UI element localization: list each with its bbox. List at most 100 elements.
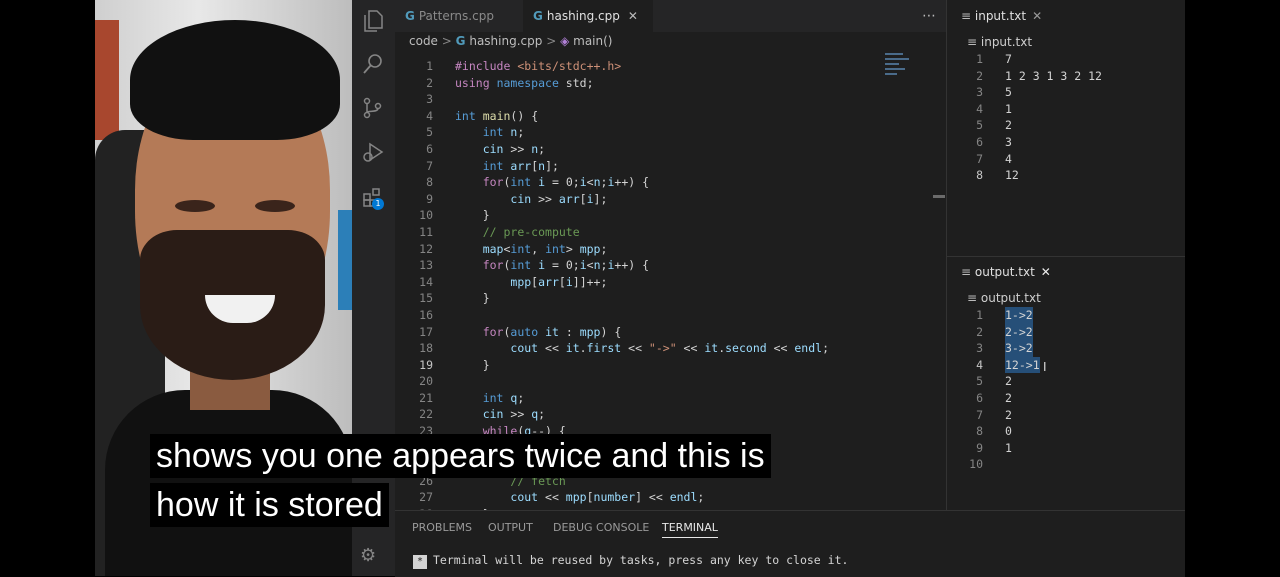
terminal-output[interactable]: * Terminal will be reused by tasks, press…: [413, 553, 848, 569]
code-line[interactable]: 5 int n;: [395, 124, 946, 141]
text-line[interactable]: 52: [947, 373, 1186, 390]
line-number: 2: [976, 324, 983, 339]
text-line[interactable]: 3 3->2: [947, 340, 1186, 357]
search-icon[interactable]: [362, 53, 384, 75]
text-cursor-icon: I: [1043, 360, 1047, 374]
code-line[interactable]: 7 int arr[n];: [395, 158, 946, 175]
line-text: 12->1: [1005, 356, 1040, 374]
text-line[interactable]: 8 12: [947, 167, 1186, 184]
code-text: }: [455, 291, 490, 306]
line-number: 17: [419, 324, 433, 339]
line-number: 10: [419, 208, 433, 223]
line-number: 14: [419, 274, 433, 289]
code-line[interactable]: 16: [395, 307, 946, 324]
text-line[interactable]: 41: [947, 101, 1186, 118]
code-line[interactable]: 13 for(int i = 0;i<n;i++) {: [395, 257, 946, 274]
code-line[interactable]: 1 #include <bits/stdc++.h>: [395, 58, 946, 75]
text-line[interactable]: 52: [947, 117, 1186, 134]
tab-problems[interactable]: PROBLEMS: [412, 521, 472, 534]
output-tab[interactable]: ≡ output.txt ✕: [961, 265, 1051, 279]
text-line[interactable]: 2 2->2: [947, 323, 1186, 341]
code-line[interactable]: 15 }: [395, 290, 946, 307]
line-number: 4: [976, 101, 983, 116]
tab-output[interactable]: OUTPUT: [488, 521, 533, 534]
breadcrumb-file[interactable]: hashing.cpp: [469, 34, 542, 48]
code-line[interactable]: 18 cout << it.first << "->" << it.second…: [395, 340, 946, 357]
tab-hashing[interactable]: Ghashing.cpp ✕: [523, 0, 653, 32]
code-line[interactable]: 8 for(int i = 0;i<n;i++) {: [395, 174, 946, 191]
line-text: 2->2: [1005, 323, 1033, 341]
code-line[interactable]: 2 using namespace std;: [395, 75, 946, 92]
code-line[interactable]: 10 }: [395, 207, 946, 224]
input-breadcrumb[interactable]: ≡ input.txt: [967, 35, 1032, 49]
source-control-icon[interactable]: [362, 97, 384, 119]
more-actions-icon[interactable]: ⋯: [922, 8, 936, 24]
text-line[interactable]: 35: [947, 84, 1186, 101]
text-line[interactable]: 62: [947, 390, 1186, 407]
code-line[interactable]: 19 }: [395, 357, 946, 374]
code-line[interactable]: 3: [395, 91, 946, 108]
code-text: mpp[arr[i]]++;: [510, 274, 608, 289]
subtitle-line-1: shows you one appears twice and this is: [150, 434, 771, 478]
code-text: int arr[n];: [482, 158, 559, 173]
files-icon[interactable]: [362, 10, 384, 32]
code-line[interactable]: 14 mpp[arr[i]]++;: [395, 274, 946, 291]
code-line[interactable]: 21 int q;: [395, 390, 946, 407]
text-line[interactable]: 63: [947, 134, 1186, 151]
line-number: 1: [976, 52, 983, 66]
line-number: 22: [419, 407, 433, 422]
line-number: 13: [419, 258, 433, 273]
text-line[interactable]: 2 1 2 3 1 3 2 12: [947, 68, 1186, 85]
minimap[interactable]: [885, 50, 915, 90]
code-line[interactable]: 11 // pre-compute: [395, 224, 946, 241]
output-breadcrumb[interactable]: ≡ output.txt: [967, 291, 1041, 305]
line-text: 7: [1005, 52, 1012, 66]
code-line[interactable]: 4 int main() {: [395, 108, 946, 125]
line-number: 12: [419, 241, 433, 256]
code-line[interactable]: 22 cin >> q;: [395, 406, 946, 423]
line-text: 3: [1005, 134, 1012, 149]
breadcrumb-folder[interactable]: code: [409, 34, 438, 48]
code-line[interactable]: 12 map<int, int> mpp;: [395, 241, 946, 258]
input-text-editor[interactable]: 1721 2 3 1 3 2 12 3 5 4 1 5 2 6 3 7 4 8 12: [947, 51, 1186, 184]
code-line[interactable]: 27 cout << mpp[number] << endl;: [395, 489, 946, 506]
text-line[interactable]: 72: [947, 407, 1186, 424]
code-text: cin >> n;: [482, 141, 546, 156]
output-text-editor[interactable]: 1 1->2 2 2->2 3 3->2 4 12->1 5 2 6 2 7 2 8 0 9 1 10: [947, 307, 1186, 473]
extensions-badge: 1: [372, 198, 384, 210]
tab-patterns[interactable]: G Patterns.cpp: [395, 0, 533, 32]
text-line[interactable]: 17: [947, 51, 1186, 68]
text-line[interactable]: 4 12->1: [947, 356, 1186, 374]
close-tab-icon[interactable]: ✕: [628, 9, 638, 23]
close-tab-icon[interactable]: ✕: [1041, 265, 1051, 279]
code-line[interactable]: 6 cin >> n;: [395, 141, 946, 158]
run-debug-icon[interactable]: [362, 141, 384, 163]
line-text: 12: [1005, 168, 1019, 183]
line-number: 5: [976, 118, 983, 133]
scroll-indicator[interactable]: [933, 195, 945, 198]
input-tab[interactable]: ≡ input.txt ✕: [961, 9, 1042, 23]
vscode-window: 1 ⚙ G Patterns.cpp Ghashing.cpp ✕ ⋯ code >…: [352, 0, 1186, 577]
line-text: 0: [1005, 424, 1012, 439]
breadcrumb-symbol[interactable]: main(): [573, 34, 612, 48]
line-text: 3->2: [1005, 340, 1033, 357]
tab-terminal[interactable]: TERMINAL: [662, 521, 718, 538]
code-line[interactable]: 17 for(auto it : mpp) {: [395, 324, 946, 341]
text-line[interactable]: 10: [947, 456, 1186, 473]
tab-debug-console[interactable]: DEBUG CONSOLE: [553, 521, 649, 534]
line-number: 1: [426, 59, 433, 73]
output-pane: ≡ output.txt ✕ ≡ output.txt 1 1->2 2 2->2 3 3-…: [947, 257, 1186, 510]
text-line[interactable]: 74: [947, 151, 1186, 168]
text-line[interactable]: 91: [947, 440, 1186, 457]
line-number: 6: [426, 141, 433, 156]
code-text: // pre-compute: [482, 224, 580, 239]
code-line[interactable]: 20: [395, 373, 946, 390]
settings-gear-icon[interactable]: ⚙: [360, 545, 376, 566]
text-line[interactable]: 80: [947, 423, 1186, 440]
text-line[interactable]: 1 1->2: [947, 307, 1186, 324]
code-text: for(int i = 0;i<n;i++) {: [482, 175, 650, 190]
line-number: 6: [976, 134, 983, 149]
code-line[interactable]: 9 cin >> arr[i];: [395, 191, 946, 208]
close-tab-icon[interactable]: ✕: [1032, 9, 1042, 23]
line-number: 4: [976, 357, 983, 372]
